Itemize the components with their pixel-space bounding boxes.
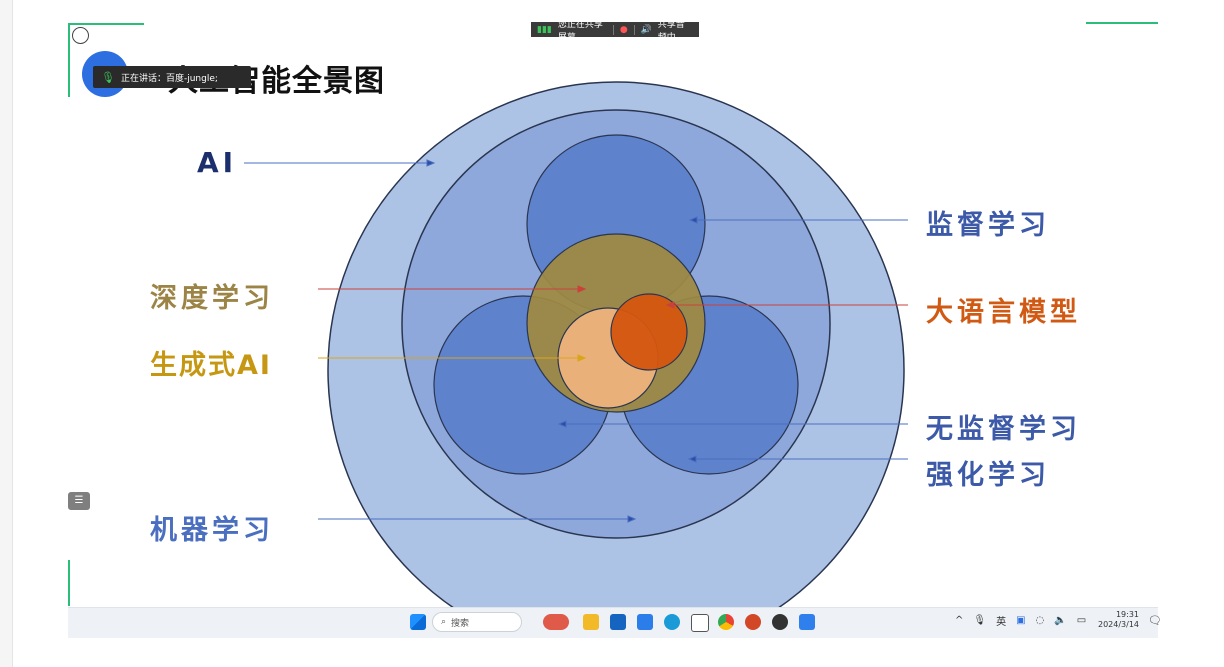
- mic-tray-icon[interactable]: 🎙: [973, 615, 986, 626]
- label-unsupervised: 无监督学习: [926, 414, 1081, 445]
- label-machine-learning: 机器学习: [150, 515, 274, 546]
- powerpoint-icon[interactable]: [745, 614, 761, 630]
- app-icon[interactable]: [637, 614, 653, 630]
- ime-indicator[interactable]: 英: [996, 613, 1006, 628]
- clock-time: 19:31: [1115, 610, 1140, 619]
- label-supervised: 监督学习: [926, 210, 1050, 241]
- screen-share-bar[interactable]: ▮▮▮ 您正在共享屏幕 ● 🔊 共享音频中: [531, 20, 699, 43]
- notification-icon[interactable]: 🗨: [1148, 614, 1162, 627]
- share-status: 您正在共享屏幕: [557, 19, 603, 43]
- volume-icon[interactable]: 🔈: [1054, 615, 1066, 626]
- signal-icon: ▮▮▮: [537, 24, 552, 35]
- wifi-icon[interactable]: ◌: [1036, 615, 1045, 626]
- label-ai: AI: [197, 146, 238, 179]
- notes-icon[interactable]: ☰: [68, 492, 90, 510]
- divider: [633, 24, 635, 35]
- label-deep-learning: 深度学习: [150, 283, 274, 314]
- label-llm: 大语言模型: [926, 297, 1081, 328]
- taskbar-search[interactable]: ⌕ 搜索: [432, 612, 522, 632]
- baidu-tray-icon[interactable]: ▣: [1016, 615, 1025, 626]
- label-reinforcement: 强化学习: [926, 460, 1050, 491]
- window-edge: [0, 0, 13, 667]
- edge-icon[interactable]: [664, 614, 680, 630]
- leader-ai: [244, 159, 436, 167]
- chevron-up-icon[interactable]: ^: [955, 615, 963, 626]
- search-placeholder: 搜索: [451, 618, 470, 629]
- store-icon[interactable]: [610, 614, 626, 630]
- taskbar-clock[interactable]: 19:31 2024/3/14: [1098, 610, 1139, 630]
- calendar-icon[interactable]: [691, 614, 709, 632]
- stop-share-icon[interactable]: ●: [620, 25, 628, 35]
- system-tray: ^ 🎙 英 ▣ ◌ 🔈 ▭: [955, 613, 1086, 628]
- start-menu-icon[interactable]: [410, 614, 426, 630]
- screen: 人工智能全景图 AI 监督学习 深度学习 大语言模型 生成式AI 无监督学习 强…: [0, 0, 1224, 667]
- speaking-text: 正在讲话：百度-jungle;: [120, 73, 218, 84]
- divider: [613, 24, 614, 35]
- chrome-icon[interactable]: [718, 614, 734, 630]
- speaker-icon[interactable]: 🔊: [641, 25, 652, 35]
- battery-icon[interactable]: ▭: [1077, 615, 1086, 626]
- meeting-icon[interactable]: [799, 614, 815, 630]
- accent-line-bottom-left: [68, 560, 70, 606]
- speaking-indicator: 🎙 正在讲话：百度-jungle;: [93, 66, 251, 88]
- mic-icon: 🎙: [101, 70, 115, 84]
- label-generative-ai: 生成式AI: [150, 350, 272, 381]
- app-icon[interactable]: [772, 614, 788, 630]
- search-icon: ⌕: [441, 617, 447, 627]
- accent-line-left: [68, 23, 70, 97]
- accent-line-top-left: [70, 23, 144, 25]
- audio-share-status: 共享音频中: [657, 19, 685, 43]
- file-explorer-icon[interactable]: [583, 614, 599, 630]
- accent-line-top-right: [1086, 22, 1158, 24]
- slide-logo-ring: [72, 27, 89, 44]
- clock-date: 2024/3/14: [1098, 620, 1140, 629]
- pinned-app-icon[interactable]: [543, 614, 569, 630]
